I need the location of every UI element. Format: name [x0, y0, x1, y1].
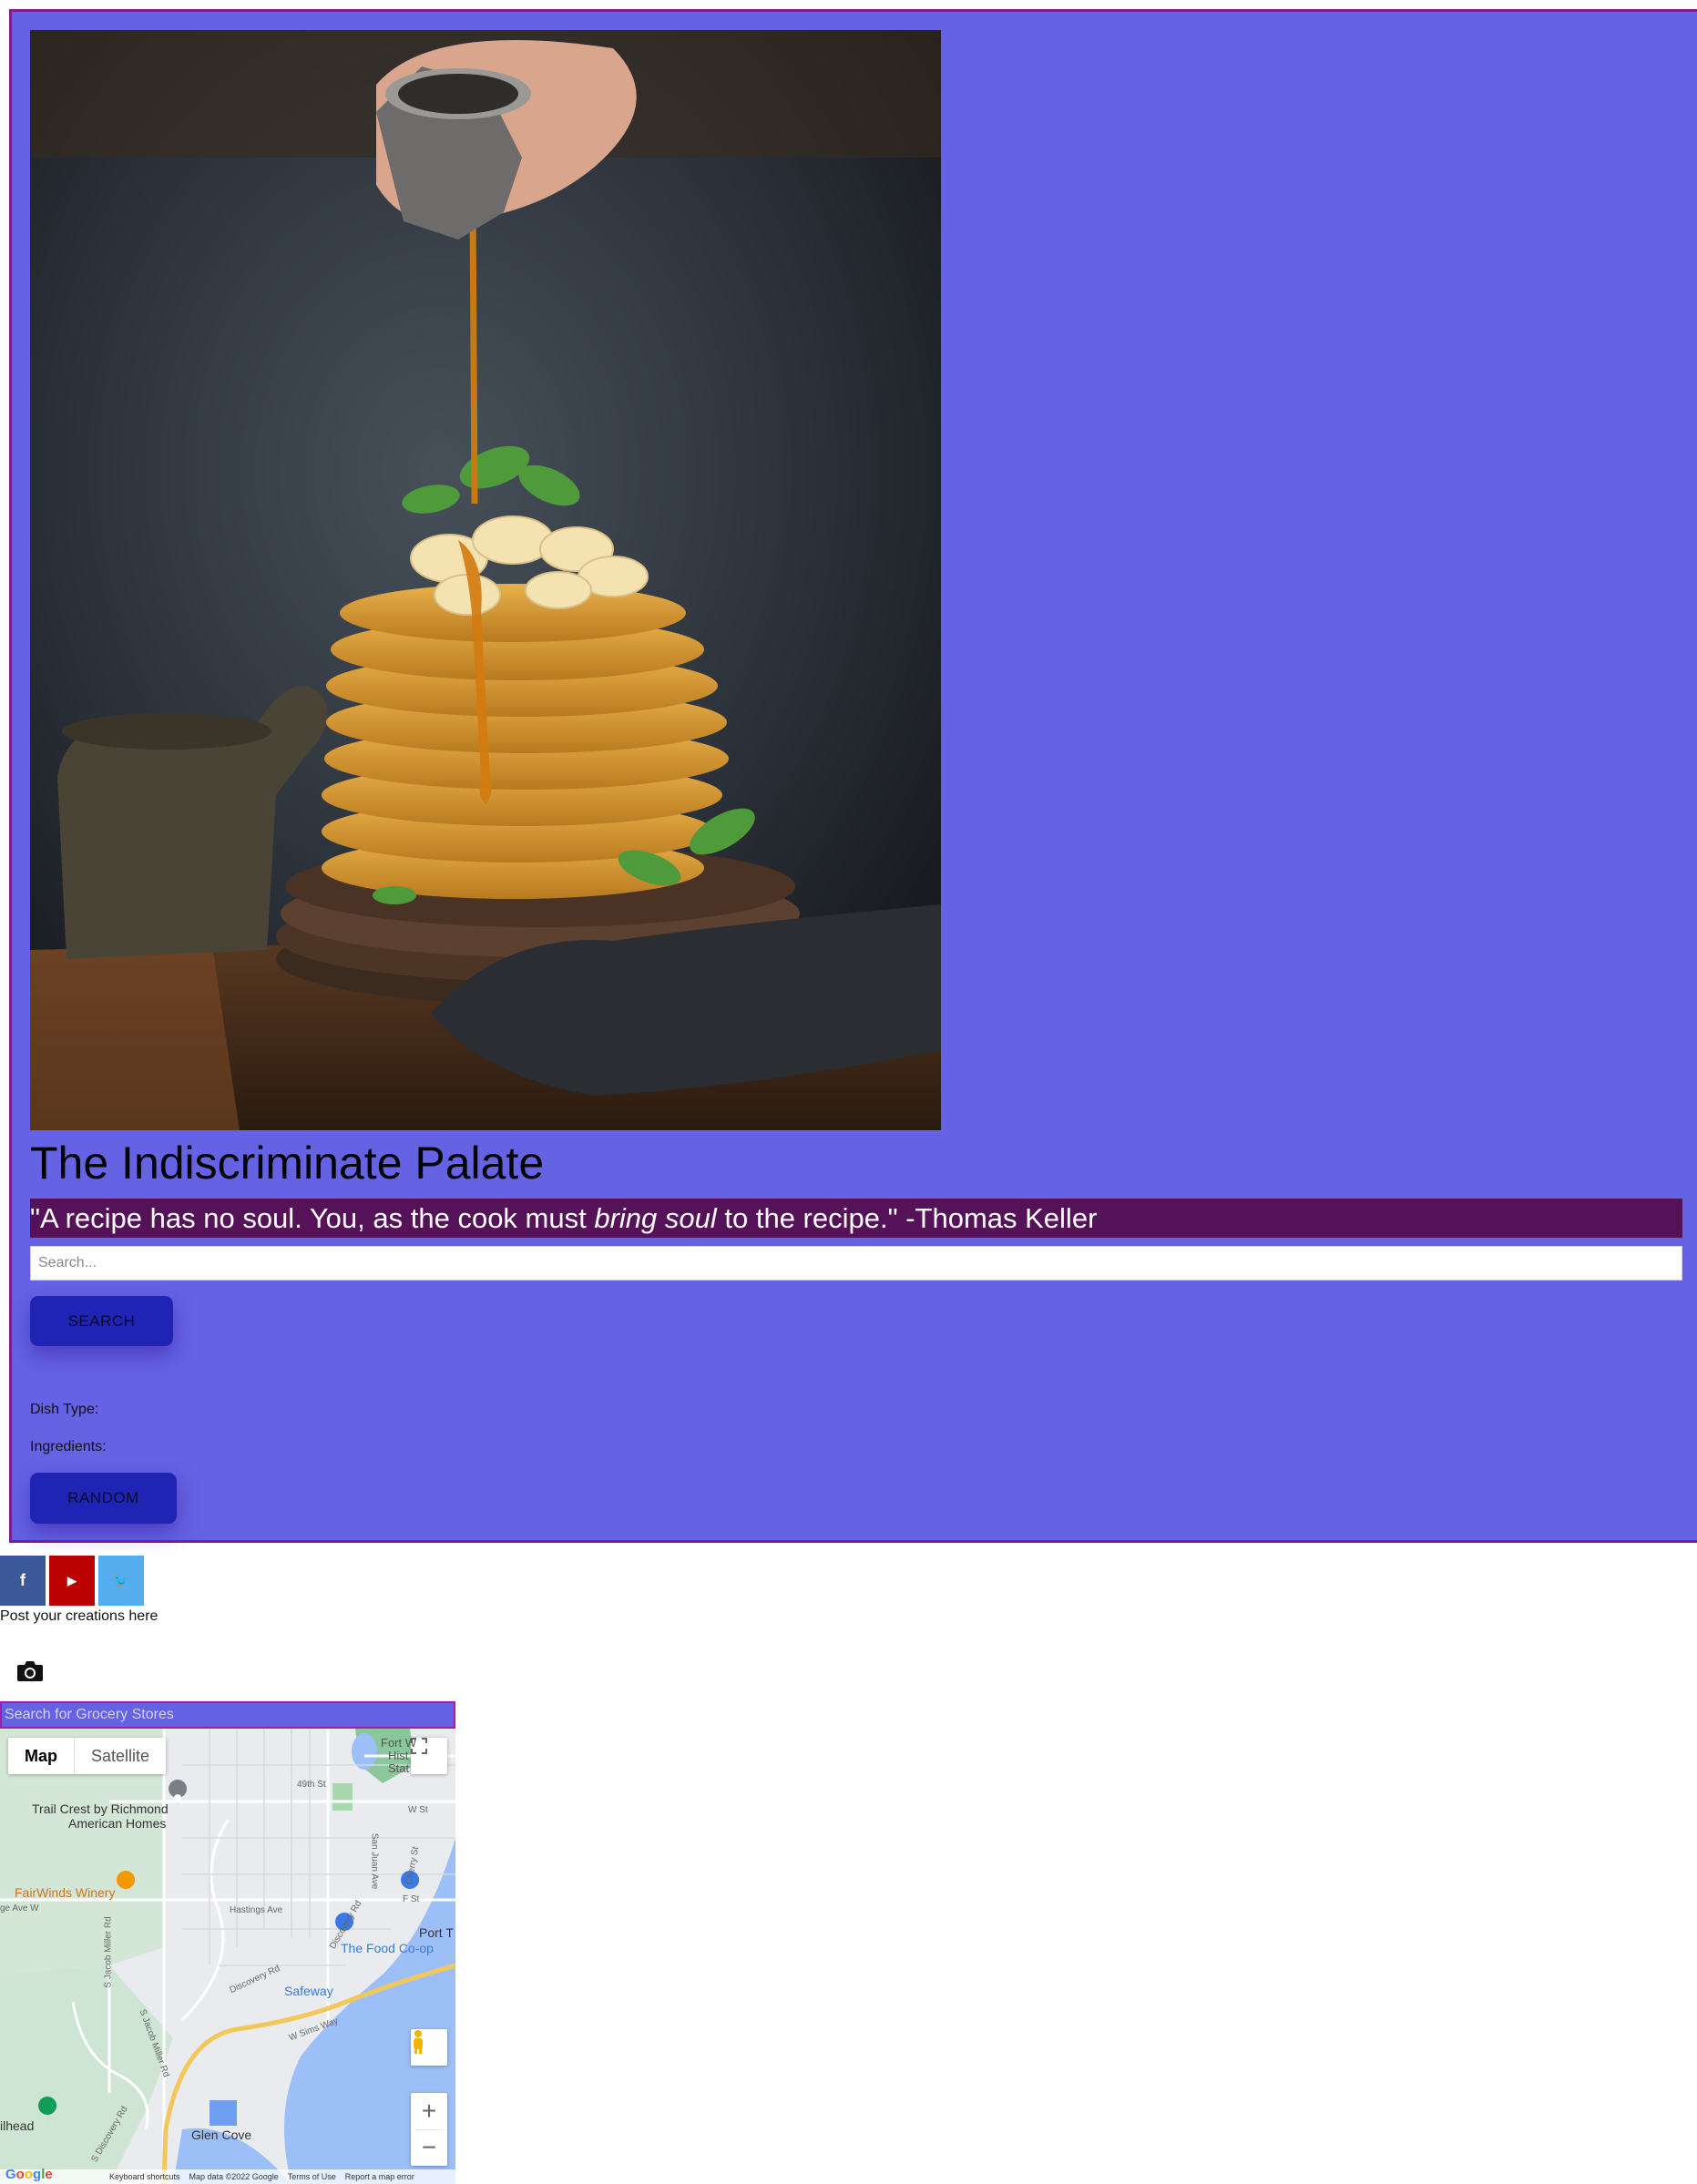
pancake-photo — [30, 30, 941, 1130]
map-label-fairwinds-winery: FairWinds Winery — [15, 1885, 116, 1900]
search-button[interactable]: SEARCH — [30, 1296, 173, 1346]
map-label-fort: Fort W — [381, 1736, 416, 1750]
map-label-hastings-ave: Hastings Ave — [230, 1905, 283, 1915]
map-label-fort-hist: Hist — [388, 1749, 409, 1762]
map-data-attribution: Map data ©2022 Google — [189, 2172, 279, 2181]
twitter-icon[interactable]: 🐦 — [98, 1556, 144, 1606]
post-creations-text: Post your creations here — [0, 1608, 158, 1624]
map-label-trailhead: ilhead — [0, 2118, 35, 2133]
quote-text-before: "A recipe has no soul. You, as the cook … — [30, 1202, 595, 1234]
google-map[interactable]: Map Satellite + − Fort W Hist Stat 49th … — [0, 1729, 455, 2184]
map-type-satellite[interactable]: Satellite — [74, 1738, 166, 1774]
fullscreen-icon[interactable] — [411, 1738, 447, 1774]
youtube-icon[interactable]: ▶ — [49, 1556, 95, 1606]
quote-emphasis: bring soul — [594, 1202, 717, 1234]
facebook-icon[interactable]: f — [0, 1556, 46, 1606]
random-button[interactable]: RANDOM — [30, 1473, 177, 1524]
map-label-w-st: W St — [408, 1805, 428, 1815]
map-label-american-homes: American Homes — [68, 1816, 167, 1831]
facebook-glyph: f — [20, 1571, 26, 1589]
map-label-food-coop: The Food Co-op — [341, 1941, 434, 1955]
youtube-glyph: ▶ — [67, 1573, 77, 1587]
map-label-49th-st: 49th St — [297, 1780, 326, 1790]
map-type-map[interactable]: Map — [8, 1738, 74, 1774]
map-footer: Keyboard shortcuts Map data ©2022 Google… — [0, 2169, 455, 2184]
map-canvas — [0, 1729, 455, 2184]
zoom-control: + − — [411, 2093, 447, 2166]
map-label-safeway: Safeway — [284, 1984, 333, 1998]
map-label-port: Port T — [419, 1925, 454, 1940]
zoom-out-button[interactable]: − — [415, 2129, 443, 2166]
dish-type-label: Dish Type: — [30, 1402, 99, 1417]
chef-quote: "A recipe has no soul. You, as the cook … — [30, 1199, 1682, 1238]
camera-icon[interactable] — [16, 1659, 44, 1683]
grocery-search-input[interactable] — [0, 1701, 455, 1729]
recipe-search-input[interactable] — [30, 1246, 1682, 1281]
site-title: The Indiscriminate Palate — [30, 1138, 545, 1189]
google-logo: Google — [5, 2167, 53, 2182]
map-type-control: Map Satellite — [8, 1738, 167, 1774]
map-label-glen-cove: Glen Cove — [191, 2128, 252, 2142]
map-label-ave-w: ge Ave W — [0, 1903, 39, 1914]
map-label-jacob-miller-rd: S Jacob Miller Rd — [103, 1916, 114, 1988]
map-label-san-juan-ave: San Juan Ave — [369, 1832, 380, 1890]
map-label-f-st: F St — [403, 1894, 420, 1904]
ingredients-label: Ingredients: — [30, 1439, 107, 1454]
keyboard-shortcuts-link[interactable]: Keyboard shortcuts — [109, 2172, 180, 2181]
report-map-error-link[interactable]: Report a map error — [345, 2172, 414, 2181]
terms-of-use-link[interactable]: Terms of Use — [288, 2172, 336, 2181]
quote-text-after: to the recipe." -Thomas Keller — [716, 1202, 1098, 1234]
twitter-glyph: 🐦 — [113, 1573, 129, 1587]
map-label-fort-state: Stat — [388, 1761, 410, 1775]
street-view-pegman-icon[interactable] — [411, 2029, 447, 2066]
map-label-trail-crest: Trail Crest by Richmond — [32, 1801, 169, 1816]
zoom-in-button[interactable]: + — [422, 2093, 436, 2129]
